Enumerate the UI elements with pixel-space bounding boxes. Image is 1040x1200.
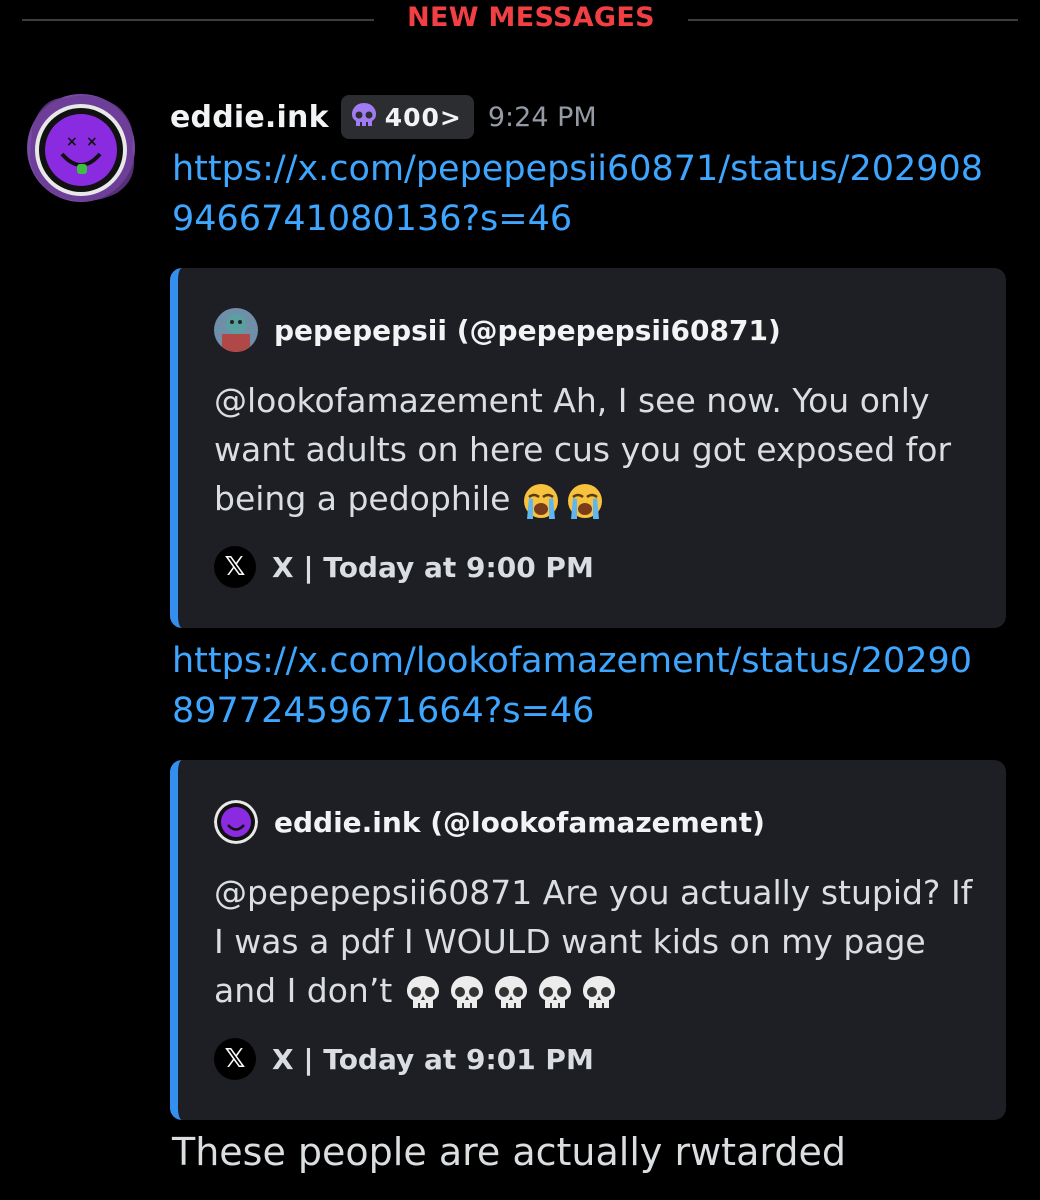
embed-footer: 𝕏 X | Today at 9:00 PM — [214, 546, 594, 588]
server-tag-text: 400> — [384, 102, 462, 132]
user-avatar[interactable]: × × — [22, 88, 140, 206]
skull-icon — [579, 973, 619, 1013]
embed-author-name[interactable]: pepepepsii (@pepepepsii60871) — [274, 314, 781, 347]
skull-tag-icon — [349, 100, 379, 134]
username[interactable]: eddie.ink — [170, 100, 329, 135]
skull-icon — [447, 973, 487, 1013]
server-tag[interactable]: 400> — [340, 95, 474, 139]
divider-line-left — [22, 19, 374, 21]
embed-footer-text: X | Today at 9:01 PM — [272, 1042, 594, 1076]
new-messages-divider: NEW MESSAGES — [22, 0, 1018, 44]
embed-author: eddie.ink (@lookofamazement) — [214, 800, 765, 844]
svg-text:×: × — [66, 134, 78, 150]
embed-author: pepepepsii (@pepepepsii60871) — [214, 308, 781, 352]
message-text: These people are actually rwtarded — [172, 1130, 846, 1174]
skull-icon — [535, 973, 575, 1013]
embed-description: @lookofamazement Ah, I see now. You only… — [214, 376, 974, 523]
message-timestamp[interactable]: 9:24 PM — [488, 102, 597, 133]
message-header: eddie.ink 400> 9:24 PM — [170, 92, 597, 142]
new-messages-label: NEW MESSAGES — [407, 2, 655, 33]
loudly-crying-face-icon — [565, 481, 605, 521]
x-logo-icon: 𝕏 — [214, 1038, 256, 1080]
x-logo-icon: 𝕏 — [214, 546, 256, 588]
svg-text:×: × — [86, 134, 98, 150]
loudly-crying-face-icon — [521, 481, 561, 521]
author-avatar-icon — [214, 308, 258, 352]
divider-line-right — [688, 19, 1018, 21]
skull-icon — [491, 973, 531, 1013]
skull-icon — [403, 973, 443, 1013]
message-link-1[interactable]: https://x.com/pepepepsii60871/status/202… — [172, 144, 992, 244]
embed-author-name[interactable]: eddie.ink (@lookofamazement) — [274, 806, 765, 839]
embed-footer-text: X | Today at 9:00 PM — [272, 550, 594, 584]
link-embed-2[interactable]: eddie.ink (@lookofamazement) @pepepepsii… — [170, 760, 1006, 1120]
message-link-2[interactable]: https://x.com/lookofamazement/status/202… — [172, 636, 992, 736]
author-avatar-icon — [214, 800, 258, 844]
embed-footer: 𝕏 X | Today at 9:01 PM — [214, 1038, 594, 1080]
embed-description: @pepepepsii60871 Are you actually stupid… — [214, 868, 974, 1015]
link-embed-1[interactable]: pepepepsii (@pepepepsii60871) @lookofama… — [170, 268, 1006, 628]
